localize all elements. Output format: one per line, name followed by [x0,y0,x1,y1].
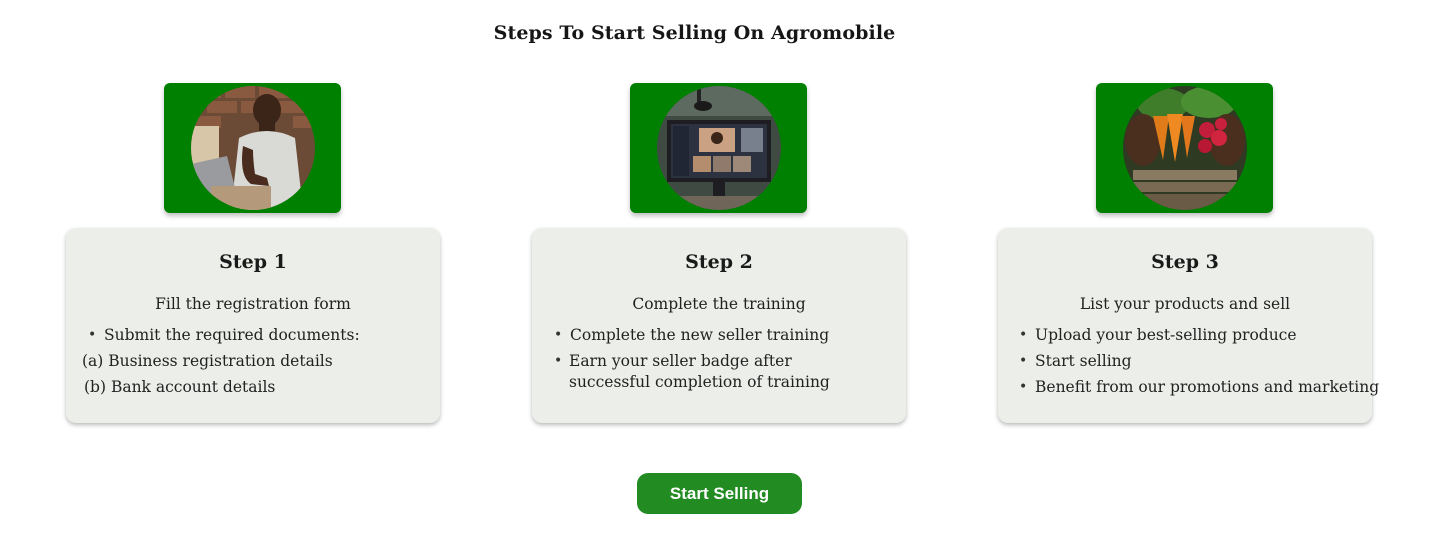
step-2-item: Earn your seller badge after [569,352,792,370]
step-1-photo [191,86,315,210]
step-3-subtitle: List your products and sell [1079,295,1291,313]
bullet-icon: • [554,327,563,343]
step-1-image-frame [164,83,341,213]
bullet-icon: • [88,327,97,343]
step-2-subtitle: Complete the training [632,295,806,313]
step-2-image-frame [630,83,807,213]
step-3-card: Step 3 List your products and sell • Upl… [998,228,1379,423]
bullet-icon: • [1019,379,1028,395]
step-1-card: Step 1 Fill the registration form • Subm… [66,228,440,423]
bullet-icon: • [1019,353,1028,369]
step-2-item: Complete the new seller training [570,326,830,344]
step-2-title: Step 2 [685,251,753,273]
step-3-item: Benefit from our promotions and marketin… [1035,378,1380,396]
steps-section: Steps To Start Selling On Agromobile Ste… [0,0,1439,557]
start-selling-button[interactable]: Start Selling [637,473,802,514]
step-1-column: Step 1 Fill the registration form • Subm… [66,0,440,557]
bullet-icon: • [1019,327,1028,343]
step-3-title: Step 3 [1151,251,1219,273]
step-2-card: Step 2 Complete the training • Complete … [532,228,906,423]
step-1-title: Step 1 [219,251,287,273]
step-2-item-continued: successful completion of training [569,373,830,391]
step-3-photo [1123,86,1247,210]
step-1-item: (a) Business registration details [82,352,333,370]
bullet-icon: • [554,353,563,369]
step-3-item: Upload your best-selling produce [1035,326,1297,344]
step-3-column: Step 3 List your products and sell • Upl… [998,0,1379,557]
step-2-photo [657,86,781,210]
step-1-item: (b) Bank account details [84,378,276,396]
step-3-image-frame [1096,83,1273,213]
step-3-item: Start selling [1035,352,1132,370]
step-1-subtitle: Fill the registration form [155,295,351,313]
step-1-item: Submit the required documents: [104,326,360,344]
